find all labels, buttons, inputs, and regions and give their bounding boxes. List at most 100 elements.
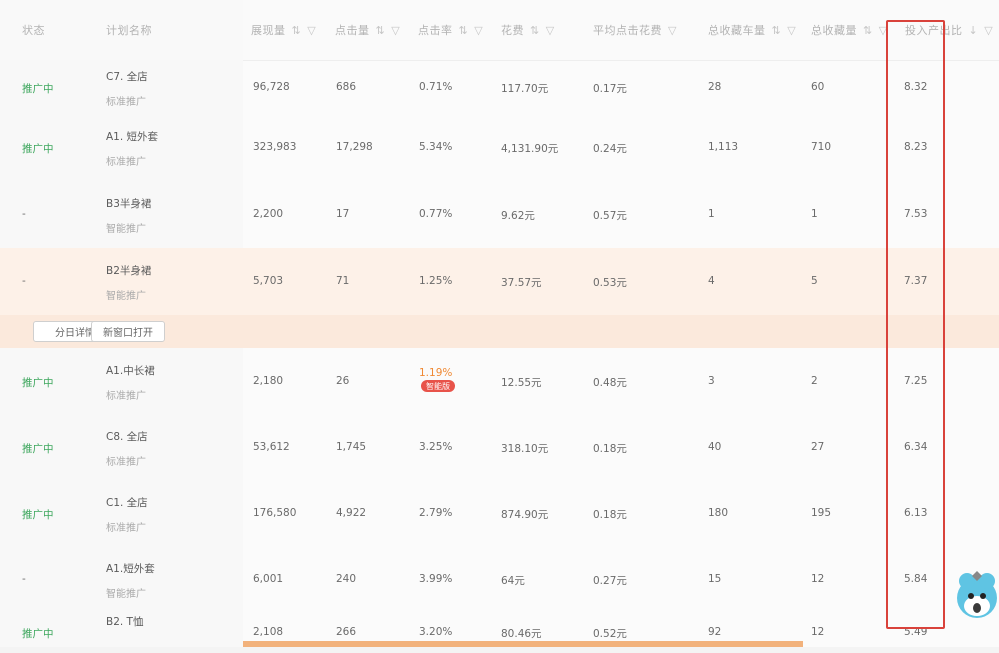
cost-cell: 64元 <box>501 575 525 587</box>
table-row[interactable] <box>0 415 999 481</box>
carts-cell: 1,113 <box>708 141 739 153</box>
filter-icon[interactable]: ▽ <box>879 24 888 37</box>
favs-cell: 5 <box>811 274 818 287</box>
carts-cell: 28 <box>708 80 722 93</box>
report-table: 状态 计划名称 展现量 ⇅ ▽ 点击量 ⇅ ▽ 点击率 ⇅ ▽ 花费 ⇅ ▽ 平均点击花费 ▽ 总… <box>0 0 999 647</box>
col-header-avg-cpc[interactable]: 平均点击花费 ▽ <box>593 0 677 60</box>
sort-icon[interactable]: ⇅ <box>459 24 469 37</box>
cpc-cell: 0.17元 <box>593 82 627 95</box>
roi-cell: 5.49 <box>904 626 928 638</box>
cpc-cell: 0.27元 <box>593 575 627 587</box>
favs-cell: 2 <box>811 375 818 387</box>
carts-cell: 3 <box>708 375 715 387</box>
plan-name-link[interactable]: C7. 全店 <box>106 69 148 84</box>
open-new-window-button[interactable]: 新窗口打开 <box>91 321 165 342</box>
plan-name-link[interactable]: A1. 短外套 <box>106 129 158 144</box>
filter-icon[interactable]: ▽ <box>307 24 316 37</box>
cost-cell: 4,131.90元 <box>501 143 559 155</box>
sort-icon[interactable]: ⇅ <box>530 24 540 37</box>
plan-name-link[interactable]: C1. 全店 <box>106 495 148 510</box>
impressions-cell: 6,001 <box>253 573 284 585</box>
sort-arrow-down-icon[interactable]: ↓ <box>969 24 979 37</box>
clicks-cell: 4,922 <box>336 507 367 519</box>
table-row[interactable] <box>0 547 999 613</box>
plan-type: 智能推广 <box>106 223 146 235</box>
status-cell: 推广中 <box>22 509 54 521</box>
plan-type: 标准推广 <box>106 96 146 108</box>
plan-type: 标准推广 <box>106 523 146 534</box>
carts-cell: 4 <box>708 274 715 287</box>
col-header-status[interactable]: 状态 <box>22 0 45 60</box>
carts-cell: 15 <box>708 573 722 585</box>
plan-name-link[interactable]: B2半身裙 <box>106 263 151 278</box>
ctr-cell: 3.99% <box>419 573 453 585</box>
plan-type: 标准推广 <box>106 391 146 402</box>
roi-cell: 7.37 <box>904 274 928 287</box>
filter-icon[interactable]: ▽ <box>391 24 400 37</box>
filter-icon[interactable]: ▽ <box>668 24 677 37</box>
cost-cell: 117.70元 <box>501 82 549 95</box>
ctr-cell: 1.25% <box>419 274 453 287</box>
plan-type: 标准推广 <box>106 157 146 168</box>
status-cell: - <box>22 274 26 287</box>
impressions-cell: 53,612 <box>253 441 290 453</box>
sort-icon[interactable]: ⇅ <box>376 24 386 37</box>
col-header-favorites[interactable]: 总收藏量 ⇅ ▽ <box>811 0 888 60</box>
cost-cell: 874.90元 <box>501 509 549 521</box>
plan-name-link[interactable]: A1.中长裙 <box>106 363 155 378</box>
ctr-cell: 0.77% <box>419 207 453 220</box>
table-row[interactable] <box>0 60 999 115</box>
impressions-cell: 2,180 <box>253 375 284 387</box>
ctr-cell: 3.20% <box>419 626 453 638</box>
plan-name-link[interactable]: B3半身裙 <box>106 196 151 211</box>
cpc-cell: 0.18元 <box>593 443 627 455</box>
scroll-indicator[interactable] <box>243 641 803 647</box>
carts-cell: 92 <box>708 626 722 638</box>
mascot-icon[interactable] <box>955 565 999 625</box>
col-header-plan-name[interactable]: 计划名称 <box>106 0 152 60</box>
favs-cell: 1 <box>811 207 818 220</box>
status-cell: 推广中 <box>22 628 54 640</box>
cost-cell: 12.55元 <box>501 377 542 389</box>
sort-icon[interactable]: ⇅ <box>772 24 782 37</box>
favs-cell: 27 <box>811 441 825 453</box>
col-header-roi[interactable]: 投入产出比 ↓ ▽ <box>905 0 993 60</box>
col-header-cost[interactable]: 花费 ⇅ ▽ <box>501 0 555 60</box>
favs-cell: 195 <box>811 507 832 519</box>
filter-icon[interactable]: ▽ <box>787 24 796 37</box>
favs-cell: 12 <box>811 573 825 585</box>
table-row[interactable] <box>0 115 999 181</box>
table-row[interactable] <box>0 181 999 248</box>
filter-icon[interactable]: ▽ <box>984 24 993 37</box>
status-cell: 推广中 <box>22 82 54 95</box>
cpc-cell: 0.52元 <box>593 628 627 640</box>
roi-cell: 7.25 <box>904 375 928 387</box>
sort-icon[interactable]: ⇅ <box>292 24 302 37</box>
plan-name-link[interactable]: C8. 全店 <box>106 429 148 444</box>
filter-icon[interactable]: ▽ <box>546 24 555 37</box>
filter-icon[interactable]: ▽ <box>474 24 483 37</box>
cpc-cell: 0.48元 <box>593 377 627 389</box>
table-row[interactable] <box>0 349 999 415</box>
clicks-cell: 266 <box>336 626 357 638</box>
status-cell: - <box>22 207 26 220</box>
carts-cell: 180 <box>708 507 729 519</box>
table-row[interactable] <box>0 613 999 653</box>
col-header-impressions[interactable]: 展现量 ⇅ ▽ <box>251 0 316 60</box>
impressions-cell: 96,728 <box>253 80 290 93</box>
col-header-ctr[interactable]: 点击率 ⇅ ▽ <box>418 0 483 60</box>
table-row[interactable] <box>0 248 999 315</box>
carts-cell: 40 <box>708 441 722 453</box>
col-header-cart-adds[interactable]: 总收藏车量 ⇅ ▽ <box>708 0 796 60</box>
cpc-cell: 0.57元 <box>593 209 627 222</box>
col-header-clicks[interactable]: 点击量 ⇅ ▽ <box>335 0 400 60</box>
sort-icon[interactable]: ⇅ <box>863 24 873 37</box>
plan-name-link[interactable]: A1.短外套 <box>106 561 155 576</box>
impressions-cell: 5,703 <box>253 274 284 287</box>
plan-name-link[interactable]: B2. T恤 <box>106 614 143 629</box>
table-row[interactable] <box>0 481 999 547</box>
cost-cell: 318.10元 <box>501 443 549 455</box>
status-cell: 推广中 <box>22 443 54 455</box>
status-cell: 推广中 <box>22 377 54 389</box>
plan-type: 标准推广 <box>106 457 146 468</box>
